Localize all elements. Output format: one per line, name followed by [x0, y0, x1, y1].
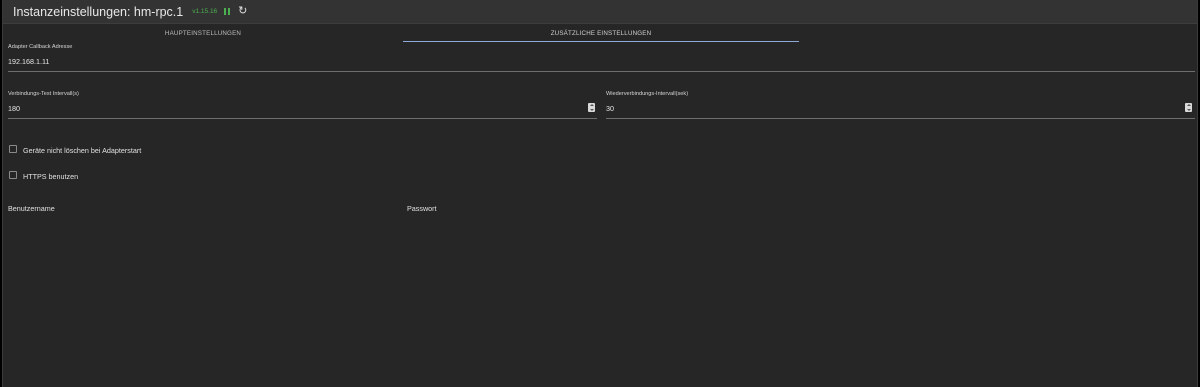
test-interval-underline: [8, 118, 597, 119]
page-title: Instanzeinstellungen: hm-rpc.1: [13, 4, 184, 19]
pause-icon[interactable]: [224, 8, 231, 15]
https-checkbox[interactable]: [9, 171, 17, 179]
callback-address-underline: [8, 71, 1195, 72]
settings-window: Instanzeinstellungen: hm-rpc.1 v1.15.16 …: [2, 0, 1198, 387]
reconnect-interval-input[interactable]: 30: [606, 104, 614, 113]
tab-main-settings[interactable]: HAUPTEINSTELLUNGEN: [3, 24, 403, 42]
tab-bar: HAUPTEINSTELLUNGEN ZUSÄTZLICHE EINSTELLU…: [3, 24, 1197, 42]
username-label: Benutzername: [8, 204, 55, 213]
header-bar: Instanzeinstellungen: hm-rpc.1 v1.15.16 …: [3, 0, 1197, 24]
callback-address-label: Adapter Callback Adresse: [8, 44, 73, 50]
tab-indicator: [403, 41, 799, 42]
test-interval-label: Verbindungs-Test Intervall(s): [8, 91, 79, 97]
dont-delete-devices-label: Geräte nicht löschen bei Adapterstart: [23, 146, 142, 155]
reconnect-interval-stepper[interactable]: [1185, 103, 1192, 112]
dont-delete-devices-checkbox[interactable]: [9, 145, 17, 153]
reconnect-interval-label: Wiederverbindungs-Intervall(sek): [606, 91, 689, 97]
test-interval-stepper[interactable]: [588, 103, 595, 112]
version-badge: v1.15.16: [192, 8, 218, 15]
https-label: HTTPS benutzen: [23, 172, 79, 181]
tab-additional-settings[interactable]: ZUSÄTZLICHE EINSTELLUNGEN: [403, 24, 799, 42]
callback-address-input[interactable]: 192.168.1.11: [8, 57, 49, 66]
reconnect-interval-underline: [606, 118, 1195, 119]
test-interval-input[interactable]: 180: [8, 104, 20, 113]
reload-icon[interactable]: ↻: [238, 6, 247, 17]
password-label: Passwort: [407, 204, 437, 213]
